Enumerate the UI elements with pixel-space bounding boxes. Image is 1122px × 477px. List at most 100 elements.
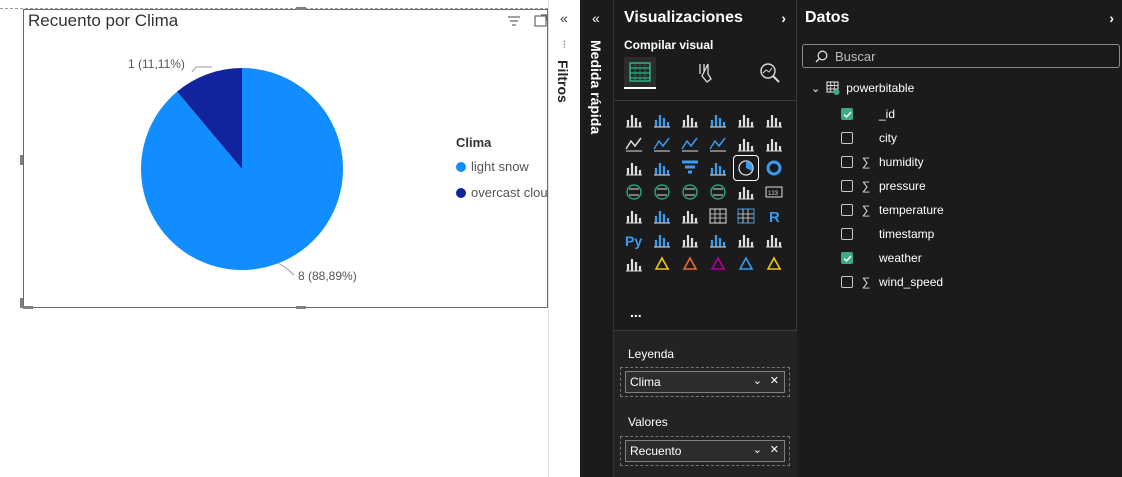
remove-field-icon[interactable]: ✕ — [770, 443, 779, 456]
resize-handle-top[interactable] — [296, 7, 306, 10]
pie-chart-visual[interactable]: Recuento por Clima 1 (11,11%) 8 (88,89%)… — [23, 9, 548, 308]
data-title: Datos — [805, 9, 850, 26]
visualizations-title: Visualizaciones — [624, 9, 743, 26]
area-chart-icon[interactable] — [650, 132, 674, 156]
line-clustered-column-icon[interactable] — [762, 132, 786, 156]
resize-handle-left[interactable] — [20, 155, 23, 165]
filter-funnel-icon: ⫶ — [563, 40, 566, 51]
multi-row-card-icon[interactable] — [622, 204, 646, 228]
legend-item-light-snow[interactable]: light snow — [456, 159, 529, 174]
field-name: timestamp — [879, 227, 935, 241]
filled-map-icon[interactable] — [678, 180, 702, 204]
quick-measure-strip[interactable]: « Medida rápida — [580, 0, 614, 477]
legend-label: overcast clou — [471, 185, 548, 200]
legend-dot — [456, 161, 466, 172]
resize-handle-bottom-left-h[interactable] — [23, 306, 33, 309]
kpi-icon[interactable] — [650, 204, 674, 228]
field-checkbox[interactable] — [841, 252, 853, 264]
slicer-icon[interactable] — [678, 204, 702, 228]
treemap-icon[interactable] — [622, 180, 646, 204]
line-stacked-column-icon[interactable] — [734, 132, 758, 156]
funnel-chart-icon[interactable] — [678, 156, 702, 180]
100-stacked-bar-chart-icon[interactable] — [734, 108, 758, 132]
legend-item-overcast[interactable]: overcast clou — [456, 185, 548, 200]
field-row-humidity[interactable]: ∑ humidity — [841, 152, 924, 172]
gauge-icon[interactable] — [734, 180, 758, 204]
filters-label[interactable]: Filtros — [555, 60, 571, 103]
pie-chart-icon[interactable] — [733, 155, 759, 181]
donut-chart-icon[interactable] — [762, 156, 786, 180]
chevron-down-icon[interactable]: ⌄ — [811, 82, 820, 95]
python-visual-icon[interactable]: Py — [622, 228, 646, 252]
chevron-down-icon[interactable]: ⌄ — [753, 443, 762, 456]
power-automate-icon[interactable] — [678, 252, 702, 276]
search-input[interactable]: Buscar — [802, 44, 1120, 68]
report-canvas[interactable]: Recuento por Clima 1 (11,11%) 8 (88,89%)… — [0, 0, 548, 477]
analytics-tab[interactable] — [754, 57, 786, 89]
field-checkbox[interactable] — [841, 156, 853, 168]
more-visuals-button[interactable]: ... — [630, 304, 642, 320]
data-label-overcast: 1 (11,11%) — [128, 57, 185, 71]
clustered-column-chart-icon[interactable] — [706, 108, 730, 132]
power-apps-icon[interactable] — [650, 252, 674, 276]
stacked-column-chart-icon[interactable] — [650, 108, 674, 132]
collapse-data-icon[interactable]: › — [1109, 10, 1114, 26]
powerbi-custom-icon[interactable] — [706, 252, 730, 276]
waterfall-chart-icon[interactable] — [650, 156, 674, 180]
decomposition-tree-icon[interactable] — [678, 228, 702, 252]
trophy-metrics-icon[interactable] — [762, 228, 786, 252]
field-row-pressure[interactable]: ∑ pressure — [841, 176, 926, 196]
paginated-report-icon[interactable] — [622, 252, 646, 276]
azure-map-icon[interactable] — [706, 180, 730, 204]
100-stacked-area-chart-icon[interactable] — [706, 132, 730, 156]
collapse-visualizations-icon[interactable]: › — [781, 10, 786, 26]
field-checkbox[interactable] — [841, 204, 853, 216]
sigma-icon: ∑ — [861, 203, 871, 217]
build-visual-tab[interactable] — [624, 57, 656, 89]
smart-narrative-icon[interactable] — [734, 228, 758, 252]
quick-measure-label[interactable]: Medida rápida — [588, 40, 604, 134]
chevron-down-icon[interactable]: ⌄ — [753, 374, 762, 387]
power-automate-flow-icon[interactable] — [762, 252, 786, 276]
remove-field-icon[interactable]: ✕ — [770, 374, 779, 387]
matrix-icon[interactable] — [734, 204, 758, 228]
filters-strip[interactable]: « ⫶ Filtros — [548, 0, 580, 477]
scatter-chart-icon[interactable] — [706, 156, 730, 180]
field-checkbox[interactable] — [841, 180, 853, 192]
leader-line — [277, 262, 295, 276]
field-checkbox[interactable] — [841, 228, 853, 240]
resize-handle-bottom[interactable] — [296, 306, 306, 309]
expand-quick-measure-icon[interactable]: « — [592, 10, 600, 26]
qna-icon[interactable] — [706, 228, 730, 252]
table-icon[interactable] — [706, 204, 730, 228]
card-icon[interactable]: 123 — [762, 180, 786, 204]
field-row-weather[interactable]: weather — [841, 248, 922, 268]
values-well[interactable]: Recuento ⌄ ✕ — [620, 436, 790, 466]
values-well-field[interactable]: Recuento ⌄ ✕ — [625, 440, 785, 462]
format-visual-tab[interactable] — [690, 57, 722, 89]
expand-filters-icon[interactable]: « — [560, 10, 568, 26]
stacked-area-chart-icon[interactable] — [678, 132, 702, 156]
field-row-city[interactable]: city — [841, 128, 897, 148]
map-icon[interactable] — [650, 180, 674, 204]
field-row-timestamp[interactable]: timestamp — [841, 224, 934, 244]
field-checkbox[interactable] — [841, 108, 853, 120]
field-checkbox[interactable] — [841, 276, 853, 288]
key-influencers-icon[interactable] — [650, 228, 674, 252]
field-row-id[interactable]: _id — [841, 104, 895, 124]
legend-well[interactable]: Clima ⌄ ✕ — [620, 367, 790, 397]
power-apps-diamond-icon[interactable] — [734, 252, 758, 276]
clustered-bar-chart-icon[interactable] — [678, 108, 702, 132]
legend-well-field[interactable]: Clima ⌄ ✕ — [625, 371, 785, 393]
field-name: temperature — [879, 203, 944, 217]
field-row-temperature[interactable]: ∑ temperature — [841, 200, 944, 220]
100-stacked-column-chart-icon[interactable] — [762, 108, 786, 132]
field-checkbox[interactable] — [841, 132, 853, 144]
field-row-wind-speed[interactable]: ∑ wind_speed — [841, 272, 943, 292]
line-chart-icon[interactable] — [622, 132, 646, 156]
svg-text:Py: Py — [625, 233, 642, 249]
r-visual-icon[interactable]: R — [762, 204, 786, 228]
stacked-bar-chart-icon[interactable] — [622, 108, 646, 132]
ribbon-chart-icon[interactable] — [622, 156, 646, 180]
table-node[interactable]: ⌄ powerbitable — [811, 81, 914, 95]
